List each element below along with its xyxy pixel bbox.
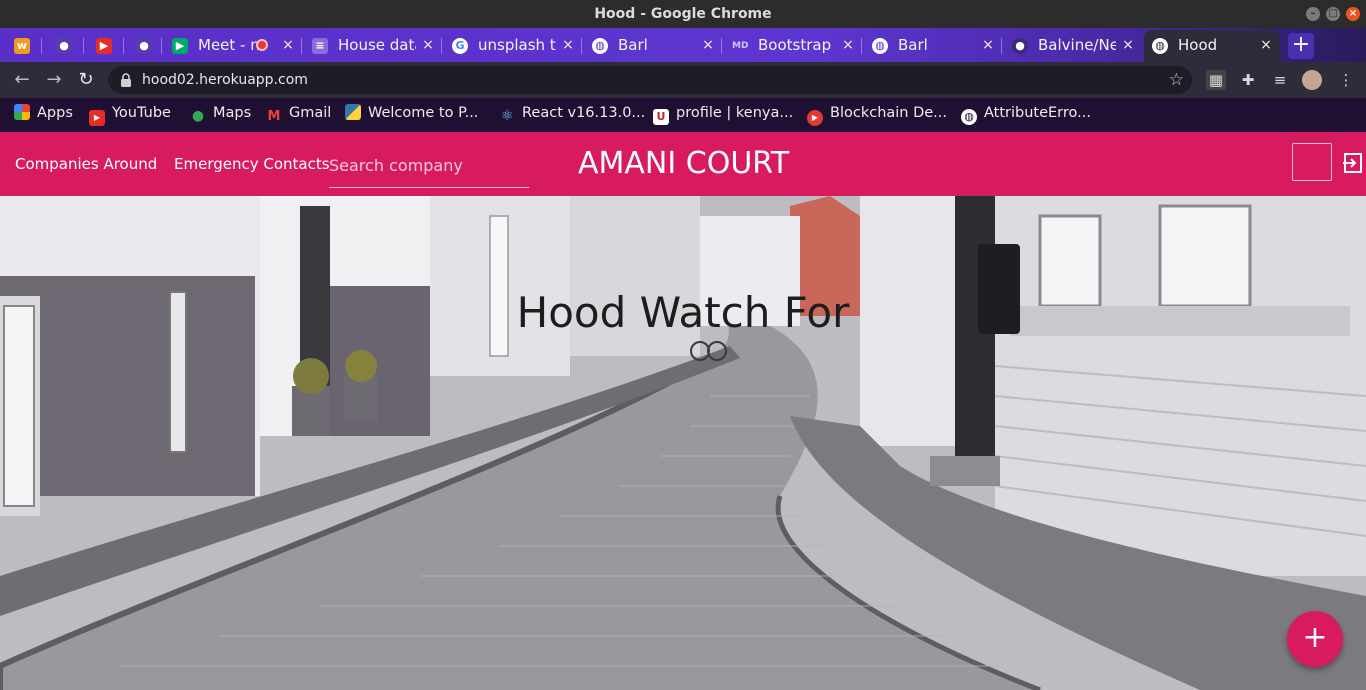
close-tab-icon[interactable]: × bbox=[1258, 30, 1274, 60]
youtube-icon: ▶ bbox=[89, 110, 105, 126]
python-icon bbox=[345, 104, 361, 120]
browser-toolbar: ← → ↻ hood02.herokuapp.com ☆ ▦ ✚ ≡ ⋮ bbox=[0, 62, 1366, 98]
tab-label: Bootstrap bbox=[758, 36, 832, 54]
close-tab-icon[interactable]: × bbox=[560, 30, 576, 60]
bookmark-gmail[interactable]: M Gmail bbox=[266, 98, 332, 128]
gmail-icon: M bbox=[267, 109, 281, 124]
bookmark-maps[interactable]: ● Maps bbox=[190, 98, 251, 128]
tab-balvine[interactable]: ● Balvine/Ne × bbox=[1004, 30, 1142, 62]
w-icon: w bbox=[14, 38, 30, 54]
site-brand[interactable]: AMANI COURT bbox=[578, 132, 789, 196]
youtube-icon: ▶ bbox=[96, 38, 112, 54]
site-navbar: Companies Around Emergency Contacts AMAN… bbox=[0, 132, 1366, 196]
back-icon[interactable]: ← bbox=[8, 66, 36, 94]
profile-icon: U bbox=[653, 109, 669, 125]
puzzle-extensions-icon[interactable]: ✚ bbox=[1238, 70, 1258, 90]
maximize-icon[interactable]: □ bbox=[1326, 7, 1340, 21]
md-icon: MD bbox=[732, 41, 749, 51]
forward-icon[interactable]: → bbox=[40, 66, 68, 94]
bookmark-blockchain[interactable]: ▶ Blockchain De... bbox=[807, 98, 947, 128]
address-bar[interactable]: hood02.herokuapp.com ☆ bbox=[108, 66, 1192, 94]
new-tab-button[interactable]: + bbox=[1288, 33, 1314, 59]
close-window-icon[interactable]: × bbox=[1346, 7, 1360, 21]
tab-barl[interactable]: ◍ Barl × bbox=[584, 30, 722, 62]
bookmark-python[interactable]: Welcome to P... bbox=[345, 98, 478, 128]
bookmark-attributeerror[interactable]: ◍ AttributeErro... bbox=[961, 98, 1091, 128]
tab-strip: w ● ▶ ● ▶ Meet - n × ≡ House data × G un… bbox=[0, 28, 1366, 62]
reload-icon[interactable]: ↻ bbox=[72, 66, 100, 94]
emergency-contacts-link[interactable]: Emergency Contacts bbox=[174, 132, 330, 196]
tab-unsplash[interactable]: G unsplash te × bbox=[444, 30, 582, 62]
bookmarks-bar: Apps ▶ YouTube ● Maps M Gmail Welcome to P.… bbox=[0, 98, 1366, 132]
tab-label: Balvine/Ne bbox=[1038, 36, 1116, 54]
tab-label: Barl bbox=[618, 36, 648, 54]
avatar[interactable] bbox=[1292, 143, 1332, 181]
tab-pinned-youtube[interactable]: ▶ bbox=[86, 30, 124, 62]
profile-avatar[interactable] bbox=[1302, 70, 1322, 90]
companies-around-link[interactable]: Companies Around bbox=[15, 132, 157, 196]
tab-pinned-w[interactable]: w bbox=[6, 30, 42, 62]
react-icon: ⚛ bbox=[500, 108, 514, 124]
search-company-input[interactable] bbox=[329, 144, 529, 188]
tab-label: unsplash te bbox=[478, 36, 556, 54]
close-tab-icon[interactable]: × bbox=[420, 30, 436, 60]
window-title: Hood - Google Chrome bbox=[594, 6, 772, 22]
globe-icon: ◍ bbox=[872, 38, 888, 54]
url-text: hood02.herokuapp.com bbox=[142, 72, 308, 88]
extension-icon[interactable]: ▦ bbox=[1206, 70, 1226, 90]
media-queue-icon[interactable]: ≡ bbox=[1270, 70, 1290, 90]
tab-label: Barl bbox=[898, 36, 928, 54]
globe-icon: ◍ bbox=[961, 109, 977, 125]
logout-icon[interactable] bbox=[1342, 152, 1364, 174]
database-icon: ≡ bbox=[312, 38, 328, 54]
bookmark-react[interactable]: ⚛ React v16.13.0... bbox=[499, 98, 646, 128]
maps-icon: ● bbox=[191, 108, 205, 124]
recording-icon bbox=[256, 39, 268, 51]
close-tab-icon[interactable]: × bbox=[700, 30, 716, 60]
tab-label: House data bbox=[338, 36, 416, 54]
tab-house-data[interactable]: ≡ House data × bbox=[304, 30, 442, 62]
add-fab-button[interactable]: + bbox=[1287, 611, 1343, 667]
meet-icon: ▶ bbox=[172, 38, 188, 54]
tab-label: Hood bbox=[1178, 36, 1218, 54]
menu-kebab-icon[interactable]: ⋮ bbox=[1336, 70, 1356, 90]
bookmark-star-icon[interactable]: ☆ bbox=[1169, 66, 1184, 94]
bookmark-youtube[interactable]: ▶ YouTube bbox=[89, 98, 171, 128]
github-icon: ● bbox=[1012, 38, 1028, 54]
window-titlebar: Hood - Google Chrome – □ × bbox=[0, 0, 1366, 28]
hero-title: Hood Watch For bbox=[516, 288, 850, 337]
street-background-image bbox=[0, 196, 1366, 690]
tab-hood[interactable]: ◍ Hood × bbox=[1144, 30, 1280, 62]
close-tab-icon[interactable]: × bbox=[840, 30, 856, 60]
close-tab-icon[interactable]: × bbox=[980, 30, 996, 60]
globe-icon: ◍ bbox=[1152, 38, 1168, 54]
hero-banner: Hood Watch For bbox=[0, 196, 1366, 690]
github-icon: ● bbox=[136, 38, 152, 54]
bookmark-apps[interactable]: Apps bbox=[14, 98, 73, 128]
apps-grid-icon bbox=[14, 104, 30, 120]
minimize-icon[interactable]: – bbox=[1306, 7, 1320, 21]
google-icon: G bbox=[452, 38, 468, 54]
blockchain-icon: ▶ bbox=[807, 110, 823, 126]
close-tab-icon[interactable]: × bbox=[1120, 30, 1136, 60]
bookmark-profile[interactable]: Uprofile | kenya... bbox=[653, 98, 793, 128]
globe-icon: ◍ bbox=[592, 38, 608, 54]
tab-pinned-github-2[interactable]: ● bbox=[126, 30, 162, 62]
github-icon: ● bbox=[56, 38, 72, 54]
tab-meet[interactable]: ▶ Meet - n × bbox=[164, 30, 302, 62]
web-page: Companies Around Emergency Contacts AMAN… bbox=[0, 132, 1366, 690]
tab-pinned-github[interactable]: ● bbox=[44, 30, 84, 62]
close-tab-icon[interactable]: × bbox=[280, 30, 296, 60]
tab-bootstrap[interactable]: MD Bootstrap × bbox=[724, 30, 862, 62]
lock-icon bbox=[121, 73, 131, 87]
tab-barl-2[interactable]: ◍ Barl × bbox=[864, 30, 1002, 62]
